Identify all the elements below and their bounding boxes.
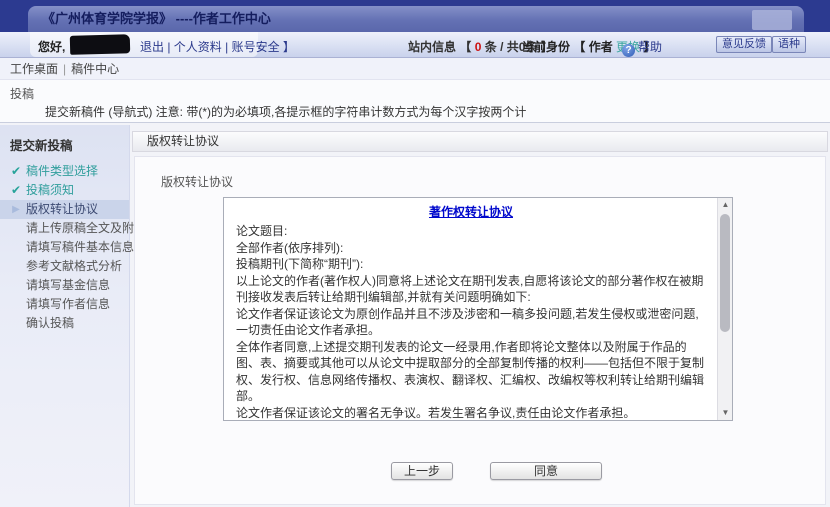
breadcrumb-separator: | [63,62,66,76]
account-links[interactable]: 退出 | 个人资料 | 账号安全 】 [140,38,295,55]
agreement-paragraph: 投稿期刊(下简称“期刊”): [236,256,706,273]
sidebar-title: 提交新投稿 [0,125,129,162]
feedback-button[interactable]: 意见反馈 [716,36,772,53]
scroll-down-icon[interactable]: ▼ [718,406,733,420]
agreement-paragraph: 全体作者同意,上述提交期刊发表的论文一经录用,作者即将论文整体以及附属于作品的图… [236,339,706,405]
sidebar-item-label: 投稿须知 [26,183,74,197]
sidebar-item-label: 确认投稿 [26,316,74,330]
previous-step-button[interactable]: 上一步 [391,462,453,480]
agreement-title: 著作权转让协议 [236,203,706,221]
scrollbar-thumb[interactable] [720,214,730,332]
help-link[interactable]: ?帮助 [622,38,662,57]
main-section-titlebar: 版权转让协议 [132,131,828,152]
sidebar-item-label: 请填写作者信息 [26,297,110,311]
sidebar-item-author-info[interactable]: 请填写作者信息 [0,295,129,314]
check-icon: ✔ [8,181,24,200]
language-button[interactable]: 语种 [772,36,806,53]
toolbar: 您好, 退出 | 个人资料 | 账号安全 】 站内信息 【 0 条 / 共0条 … [0,32,830,58]
sidebar-item-label: 稿件类型选择 [26,164,98,178]
agreement-paragraph: 论文题目: [236,223,706,240]
banner-decoration [752,10,792,30]
agreement-paragraph: 全部作者(依序排列): [236,240,706,257]
agreement-textbox[interactable]: 著作权转让协议 论文题目: 全部作者(依序排列): 投稿期刊(下简称“期刊”):… [223,197,733,421]
window-title: 《广州体育学院学报》 ----作者工作中心 [28,6,804,32]
message-count: 0 [475,40,482,54]
top-banner: 《广州体育学院学报》 ----作者工作中心 [0,0,830,32]
help-icon: ? [622,44,635,57]
sidebar-item-label: 参考文献格式分析 [26,259,122,273]
author-work-center-window: 《广州体育学院学报》 ----作者工作中心 您好, 退出 | 个人资料 | 账号… [0,0,830,507]
sidebar-item-fund-info[interactable]: 请填写基金信息 [0,276,129,295]
main-panel: 版权转让协议 著作权转让协议 论文题目: 全部作者(依序排列): 投稿期刊(下简… [134,156,826,505]
sidebar-item-upload-fulltext[interactable]: 请上传原稿全文及附件 [0,219,129,238]
submission-section-label: 投稿 [10,85,34,102]
agreement-paragraph: 论文作者保证该论文为原创作品并且不涉及涉密和一稿多投问题,若发生侵权或泄密问题,… [236,306,706,339]
sidebar-item-label: 请填写稿件基本信息 [26,240,134,254]
sidebar-item-confirm-submission[interactable]: 确认投稿 [0,314,129,333]
sidebar-item-copyright-agreement[interactable]: ▶版权转让协议 [0,200,129,219]
current-step-icon: ▶ [8,200,24,219]
check-icon: ✔ [8,162,24,181]
sidebar-item-label: 请填写基金信息 [26,278,110,292]
bracket-open: 【 [459,40,471,54]
greeting-text: 您好, [38,38,65,55]
scroll-up-icon[interactable]: ▲ [718,198,733,212]
agreement-paragraph: 以上论文的作者(著作权人)同意将上述论文在期刊发表,自愿将该论文的部分著作权在被… [236,273,706,306]
identity-role: 【 作者 [573,40,612,54]
sidebar-item-manuscript-type[interactable]: ✔稿件类型选择 [0,162,129,181]
agreement-paragraph: 论文作者保证该论文的署名无争议。若发生署名争议,责任由论文作者承担。 [236,405,706,421]
redacted-username [70,34,130,55]
help-label: 帮助 [638,40,662,54]
submission-note: 提交新稿件 (导航式) 注意: 带(*)的为必填项,各提示框的字符串计数方式为每… [45,103,526,120]
breadcrumb-manuscript-center[interactable]: 稿件中心 [71,62,119,76]
agreement-field-label: 版权转让协议 [161,173,233,190]
identity-label: 当前身份 [522,40,570,54]
agree-button[interactable]: 同意 [490,462,602,480]
sidebar-item-reference-analysis[interactable]: 参考文献格式分析 [0,257,129,276]
breadcrumb: 工作桌面 | 稿件中心 [0,58,830,80]
sidebar-item-label: 请上传原稿全文及附件 [26,221,146,235]
agreement-content: 著作权转让协议 论文题目: 全部作者(依序排列): 投稿期刊(下简称“期刊”):… [224,198,716,420]
sidebar-step-nav: 提交新投稿 ✔稿件类型选择 ✔投稿须知 ▶版权转让协议 请上传原稿全文及附件 请… [0,125,130,507]
sidebar-item-submission-notes[interactable]: ✔投稿须知 [0,181,129,200]
breadcrumb-workdesk[interactable]: 工作桌面 [10,62,58,76]
sidebar-item-basic-info[interactable]: 请填写稿件基本信息 [0,238,129,257]
submission-note-area: 投稿 提交新稿件 (导航式) 注意: 带(*)的为必填项,各提示框的字符串计数方… [0,80,830,122]
sidebar-item-label: 版权转让协议 [26,202,98,216]
agreement-scrollbar[interactable]: ▲ ▼ [717,198,732,420]
divider [0,122,830,123]
site-info-label: 站内信息 [408,40,456,54]
